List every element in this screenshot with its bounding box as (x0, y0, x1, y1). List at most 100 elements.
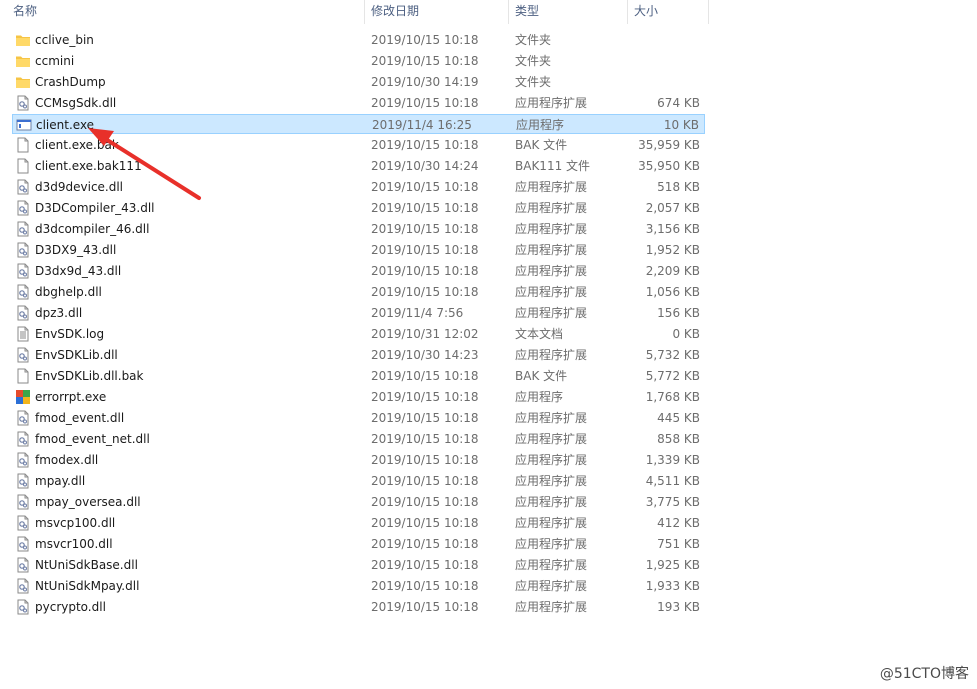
file-name: CCMsgSdk.dll (35, 96, 117, 110)
file-row[interactable]: mpay_oversea.dll 2019/10/15 10:18 应用程序扩展 3,… (12, 492, 705, 512)
file-row[interactable]: EnvSDKLib.dll 2019/10/30 14:23 应用程序扩展 5,732… (12, 345, 705, 365)
file-type: 应用程序扩展 (515, 285, 588, 299)
file-type: 应用程序扩展 (515, 306, 588, 320)
exe-window-icon (16, 117, 32, 133)
file-type: 应用程序扩展 (515, 96, 588, 110)
dll-file-icon (15, 599, 31, 615)
file-row[interactable]: fmod_event.dll 2019/10/15 10:18 应用程序扩展 445 … (12, 408, 705, 428)
file-row[interactable]: NtUniSdkMpay.dll 2019/10/15 10:18 应用程序扩展 1,… (12, 576, 705, 596)
errorrpt-app-icon (15, 389, 31, 405)
file-date: 2019/10/15 10:18 (371, 243, 479, 257)
file-date: 2019/10/15 10:18 (371, 54, 479, 68)
file-row[interactable]: client.exe.bak 2019/10/15 10:18 BAK 文件 35,9… (12, 135, 705, 155)
file-type: 应用程序扩展 (515, 516, 588, 530)
file-type: 应用程序扩展 (515, 600, 588, 614)
file-row[interactable]: CCMsgSdk.dll 2019/10/15 10:18 应用程序扩展 674 KB (12, 93, 705, 113)
column-header-date[interactable]: 修改日期 (371, 0, 419, 24)
file-type: 应用程序扩展 (515, 411, 588, 425)
file-row[interactable]: client.exe.bak111 2019/10/30 14:24 BAK111 … (12, 156, 705, 176)
file-name: D3DCompiler_43.dll (35, 201, 155, 215)
file-size: 1,925 KB (645, 558, 700, 572)
file-name: NtUniSdkBase.dll (35, 558, 138, 572)
column-divider[interactable] (508, 0, 509, 24)
file-row-selected[interactable]: client.exe 2019/11/4 16:25 应用程序 10 KB (12, 114, 705, 134)
file-row[interactable]: NtUniSdkBase.dll 2019/10/15 10:18 应用程序扩展 1,… (12, 555, 705, 575)
file-date: 2019/10/31 12:02 (371, 327, 479, 341)
file-type: BAK 文件 (515, 138, 568, 152)
file-row[interactable]: errorrpt.exe 2019/10/15 10:18 应用程序 1,768 KB (12, 387, 705, 407)
file-name: msvcr100.dll (35, 537, 113, 551)
file-name: CrashDump (35, 75, 106, 89)
column-divider[interactable] (364, 0, 365, 24)
dll-file-icon (15, 557, 31, 573)
file-type: 应用程序扩展 (515, 180, 588, 194)
file-name: dpz3.dll (35, 306, 83, 320)
folder-icon (15, 32, 31, 48)
file-size: 3,775 KB (645, 495, 700, 509)
dll-file-icon (15, 221, 31, 237)
file-date: 2019/10/15 10:18 (371, 285, 479, 299)
column-divider[interactable] (627, 0, 628, 24)
dll-file-icon (15, 95, 31, 111)
file-row[interactable]: D3DX9_43.dll 2019/10/15 10:18 应用程序扩展 1,952 … (12, 240, 705, 260)
dll-file-icon (15, 452, 31, 468)
file-row[interactable]: msvcp100.dll 2019/10/15 10:18 应用程序扩展 412 KB (12, 513, 705, 533)
file-name: D3DX9_43.dll (35, 243, 117, 257)
file-date: 2019/10/15 10:18 (371, 495, 479, 509)
dll-file-icon (15, 242, 31, 258)
file-row[interactable]: D3dx9d_43.dll 2019/10/15 10:18 应用程序扩展 2,209… (12, 261, 705, 281)
file-date: 2019/10/15 10:18 (371, 558, 479, 572)
file-date: 2019/10/15 10:18 (371, 264, 479, 278)
file-row[interactable]: D3DCompiler_43.dll 2019/10/15 10:18 应用程序扩展… (12, 198, 705, 218)
column-header-name[interactable]: 名称 (13, 0, 37, 24)
file-name: msvcp100.dll (35, 516, 116, 530)
file-type: 应用程序 (515, 390, 564, 404)
file-name: d3dcompiler_46.dll (35, 222, 150, 236)
file-name: D3dx9d_43.dll (35, 264, 122, 278)
file-size: 5,732 KB (645, 348, 700, 362)
dll-file-icon (15, 431, 31, 447)
file-name: errorrpt.exe (35, 390, 107, 404)
file-date: 2019/10/15 10:18 (371, 138, 479, 152)
file-row[interactable]: ccmini 2019/10/15 10:18 文件夹 (12, 51, 705, 71)
dll-file-icon (15, 263, 31, 279)
file-name: mpay.dll (35, 474, 86, 488)
file-size: 156 KB (657, 306, 700, 320)
file-row[interactable]: cclive_bin 2019/10/15 10:18 文件夹 (12, 30, 705, 50)
file-row[interactable]: mpay.dll 2019/10/15 10:18 应用程序扩展 4,511 KB (12, 471, 705, 491)
file-size: 1,933 KB (645, 579, 700, 593)
file-row[interactable]: EnvSDK.log 2019/10/31 12:02 文本文档 0 KB (12, 324, 705, 344)
file-date: 2019/10/15 10:18 (371, 600, 479, 614)
file-row[interactable]: dpz3.dll 2019/11/4 7:56 应用程序扩展 156 KB (12, 303, 705, 323)
blank-file-icon (15, 137, 31, 153)
column-divider[interactable] (708, 0, 709, 24)
file-row[interactable]: EnvSDKLib.dll.bak 2019/10/15 10:18 BAK 文件 5… (12, 366, 705, 386)
file-type: 应用程序扩展 (515, 432, 588, 446)
file-size: 35,959 KB (638, 138, 700, 152)
dll-file-icon (15, 347, 31, 363)
column-header-size[interactable]: 大小 (634, 0, 658, 24)
file-date: 2019/10/15 10:18 (371, 390, 479, 404)
dll-file-icon (15, 578, 31, 594)
file-date: 2019/10/15 10:18 (371, 180, 479, 194)
file-row[interactable]: fmodex.dll 2019/10/15 10:18 应用程序扩展 1,339 KB (12, 450, 705, 470)
file-date: 2019/10/15 10:18 (371, 453, 479, 467)
file-row[interactable]: d3d9device.dll 2019/10/15 10:18 应用程序扩展 518 … (12, 177, 705, 197)
file-size: 1,056 KB (645, 285, 700, 299)
file-type: BAK 文件 (515, 369, 568, 383)
file-row[interactable]: CrashDump 2019/10/30 14:19 文件夹 (12, 72, 705, 92)
file-row[interactable]: msvcr100.dll 2019/10/15 10:18 应用程序扩展 751 KB (12, 534, 705, 554)
column-header: 名称 修改日期 类型 大小 (0, 0, 710, 24)
file-size: 1,952 KB (645, 243, 700, 257)
file-name: fmod_event_net.dll (35, 432, 150, 446)
file-type: 文本文档 (515, 327, 564, 341)
folder-icon (15, 74, 31, 90)
file-size: 2,057 KB (645, 201, 700, 215)
file-row[interactable]: dbghelp.dll 2019/10/15 10:18 应用程序扩展 1,056 K… (12, 282, 705, 302)
file-type: BAK111 文件 (515, 159, 591, 173)
file-row[interactable]: fmod_event_net.dll 2019/10/15 10:18 应用程序扩展… (12, 429, 705, 449)
file-row[interactable]: d3dcompiler_46.dll 2019/10/15 10:18 应用程序扩展… (12, 219, 705, 239)
file-row[interactable]: pycrypto.dll 2019/10/15 10:18 应用程序扩展 193 KB (12, 597, 705, 617)
column-header-type[interactable]: 类型 (515, 0, 539, 24)
file-type: 应用程序扩展 (515, 558, 588, 572)
